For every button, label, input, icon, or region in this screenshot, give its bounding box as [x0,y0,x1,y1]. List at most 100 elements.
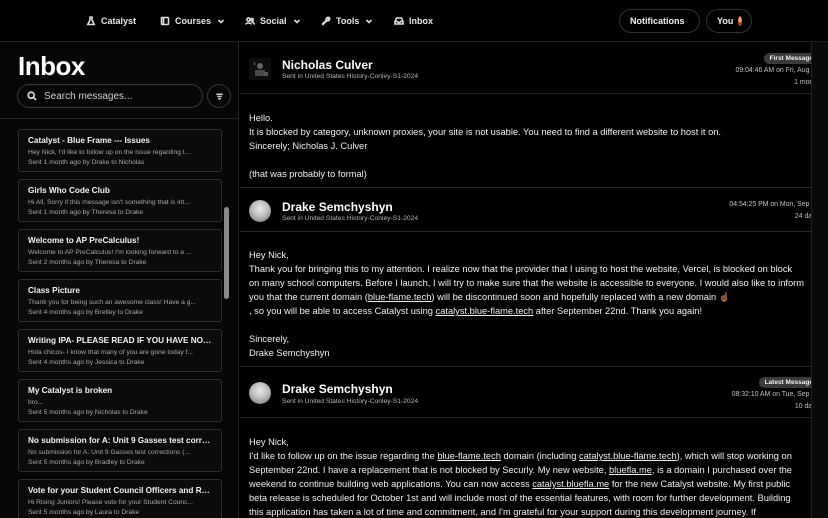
message-preview: Thank you for being such an awesome clas… [28,299,197,306]
body-line: Hello. [249,113,273,123]
profile-button[interactable]: You 0 [706,9,752,33]
message-meta: Sent 5 months ago by Nicholas to Drake [28,409,148,416]
notifications-button[interactable]: Notifications [619,9,700,33]
page-title: Inbox [18,51,85,81]
message-item[interactable]: My Catalyst is broken bro... Sent 5 mont… [18,379,222,422]
book-icon [160,16,170,26]
sender-avatar [249,382,271,404]
sidebar-divider [0,118,239,119]
message-item[interactable]: No submission for A: Unit 9 Gasses test … [18,429,222,472]
header-divider [240,231,811,232]
body-paragraph: , so you will be able to access Catalyst… [249,306,703,316]
message-subject: My Catalyst is broken [28,386,113,395]
message-preview: Hola chicos- I know that many of you are… [28,349,194,356]
avatar-image [249,58,271,80]
message-subject: No submission for A: Unit 9 Gasses test … [28,436,212,445]
users-icon [245,17,255,25]
body-signature: Drake Semchyshyn [249,348,330,358]
body-line: Sincerely; Nicholas J. Culver [249,141,368,151]
message-subject: Vote for your Student Council Officers a… [28,486,212,495]
sender-name: Nicholas Culver [282,58,373,72]
message-meta: Sent 4 months ago by Jessica to Drake [28,359,145,366]
message-timestamp: 04:54:25 PM on Mon, Sep 02 [729,201,819,208]
message-preview: No submission for A: Unit 9 Gasses test … [28,449,191,456]
message-meta: Sent 1 month ago by Drake to Nicholas [28,159,145,166]
inbox-icon [394,17,404,25]
profile-badge: 0 [738,16,742,26]
nav-inbox[interactable]: Inbox [394,9,433,33]
message-body: Hey Nick, Thank you for bringing this to… [249,248,804,360]
search-box[interactable] [17,84,203,108]
message-thread: Nicholas Culver Sent in United States Hi… [240,42,828,518]
sort-icon [215,93,223,99]
nav-courses-label: Courses [175,16,212,26]
top-nav: Catalyst Courses Social Tools Inbox Noti… [0,0,828,42]
flask-icon [86,16,96,26]
sender-name: Drake Semchyshyn [282,382,393,396]
profile-label: You [717,16,734,26]
chevron-down-icon [217,19,225,24]
message-subject: Catalyst - Blue Frame --- Issues [28,136,150,145]
message-preview: Hi Rising Juniors! Please vote for your … [28,499,194,506]
message-item[interactable]: Catalyst - Blue Frame --- Issues Hey Nic… [18,129,222,172]
message-meta: Sent 4 months ago by Bretley to Drake [28,309,143,316]
message-item[interactable]: Welcome to AP PreCalculus! Welcome to AP… [18,229,222,272]
sent-in-label: Sent in United States History-Conley-S1-… [282,73,419,80]
chevron-down-icon [293,19,300,24]
link-catalyst-bluefla-me[interactable]: catalyst.bluefla.me [532,479,609,489]
nav-courses[interactable]: Courses [160,9,225,33]
body-closing: Sincerely, [249,334,290,344]
message-preview: bro... [28,399,44,406]
nav-catalyst[interactable]: Catalyst [86,9,136,33]
chevron-down-icon [366,19,373,24]
link-catalyst-blue-flame[interactable]: catalyst.blue-flame.tech [436,306,534,316]
sort-filter-button[interactable] [207,84,231,108]
header-divider [240,93,811,94]
notifications-label: Notifications [630,16,685,26]
message-preview: Welcome to AP PreCalculus! I'm looking f… [28,249,192,256]
message-item[interactable]: Vote for your Student Council Officers a… [18,479,222,518]
sender-name: Drake Semchyshyn [282,200,393,214]
message-subject: Writing IPA- PLEASE READ IF YOU HAVE NOT… [28,336,212,345]
link-catalyst-blue-flame[interactable]: catalyst.blue-flame.tech [579,451,677,461]
message-subject: Class Picture [28,286,80,295]
sent-in-label: Sent in United States History-Conley-S1-… [282,215,419,222]
message-meta: Sent 5 months ago by Bradley to Drake [28,459,145,466]
nav-tools[interactable]: Tools [321,9,373,33]
wrench-icon [321,16,331,26]
body-greeting: Hey Nick, [249,250,289,260]
nav-social[interactable]: Social [245,9,301,33]
scrollbar-thumb[interactable] [224,207,229,299]
search-icon [27,91,37,101]
message-item[interactable]: Class Picture Thank you for being such a… [18,279,222,322]
message-list-scrollbar[interactable] [224,129,230,518]
message-meta: Sent 5 months ago by Laura to Drake [28,509,140,516]
body-line: (that was probably to formal) [249,169,367,179]
header-divider [240,417,811,418]
nav-catalyst-label: Catalyst [101,16,137,26]
link-bluefla-me[interactable]: bluefla.me [609,465,652,475]
body-paragraph: I'd like to follow up on the issue regar… [249,451,792,517]
message-preview: Hey Nick, I'd like to follow up on the i… [28,149,191,156]
latest-message-badge: Latest Message [758,377,819,388]
message-item[interactable]: Writing IPA- PLEASE READ IF YOU HAVE NOT… [18,329,222,372]
message-timestamp: 08:32:10 AM on Tue, Sep 17 [731,391,819,398]
body-line: It is blocked by category, unknown proxi… [249,127,722,137]
message-timestamp: 09:04:46 AM on Fri, Aug 23 [735,67,819,74]
message-meta: Sent 1 month ago by Theresa to Drake [28,209,144,216]
link-blue-flame[interactable]: blue-flame.tech [368,292,432,302]
message-subject: Welcome to AP PreCalculus! [28,236,140,245]
body-paragraph: Thank you for bringing this to my attent… [249,264,804,302]
nav-tools-label: Tools [336,16,360,26]
link-blue-flame[interactable]: blue-flame.tech [437,451,501,461]
thread-scrollbar[interactable] [811,42,828,518]
message-divider [240,366,811,367]
sender-avatar [249,200,271,222]
message-meta: Sent 2 months ago by Theresa to Drake [28,259,147,266]
body-greeting: Hey Nick, [249,437,289,447]
search-input[interactable] [44,90,194,102]
message-list: Catalyst - Blue Frame --- Issues Hey Nic… [18,129,222,518]
inbox-sidebar: Inbox Catalyst - Blue Frame --- Issues H… [0,42,239,518]
message-item[interactable]: Girls Who Code Club Hi All, Sorry if thi… [18,179,222,222]
message-subject: Girls Who Code Club [28,186,110,195]
